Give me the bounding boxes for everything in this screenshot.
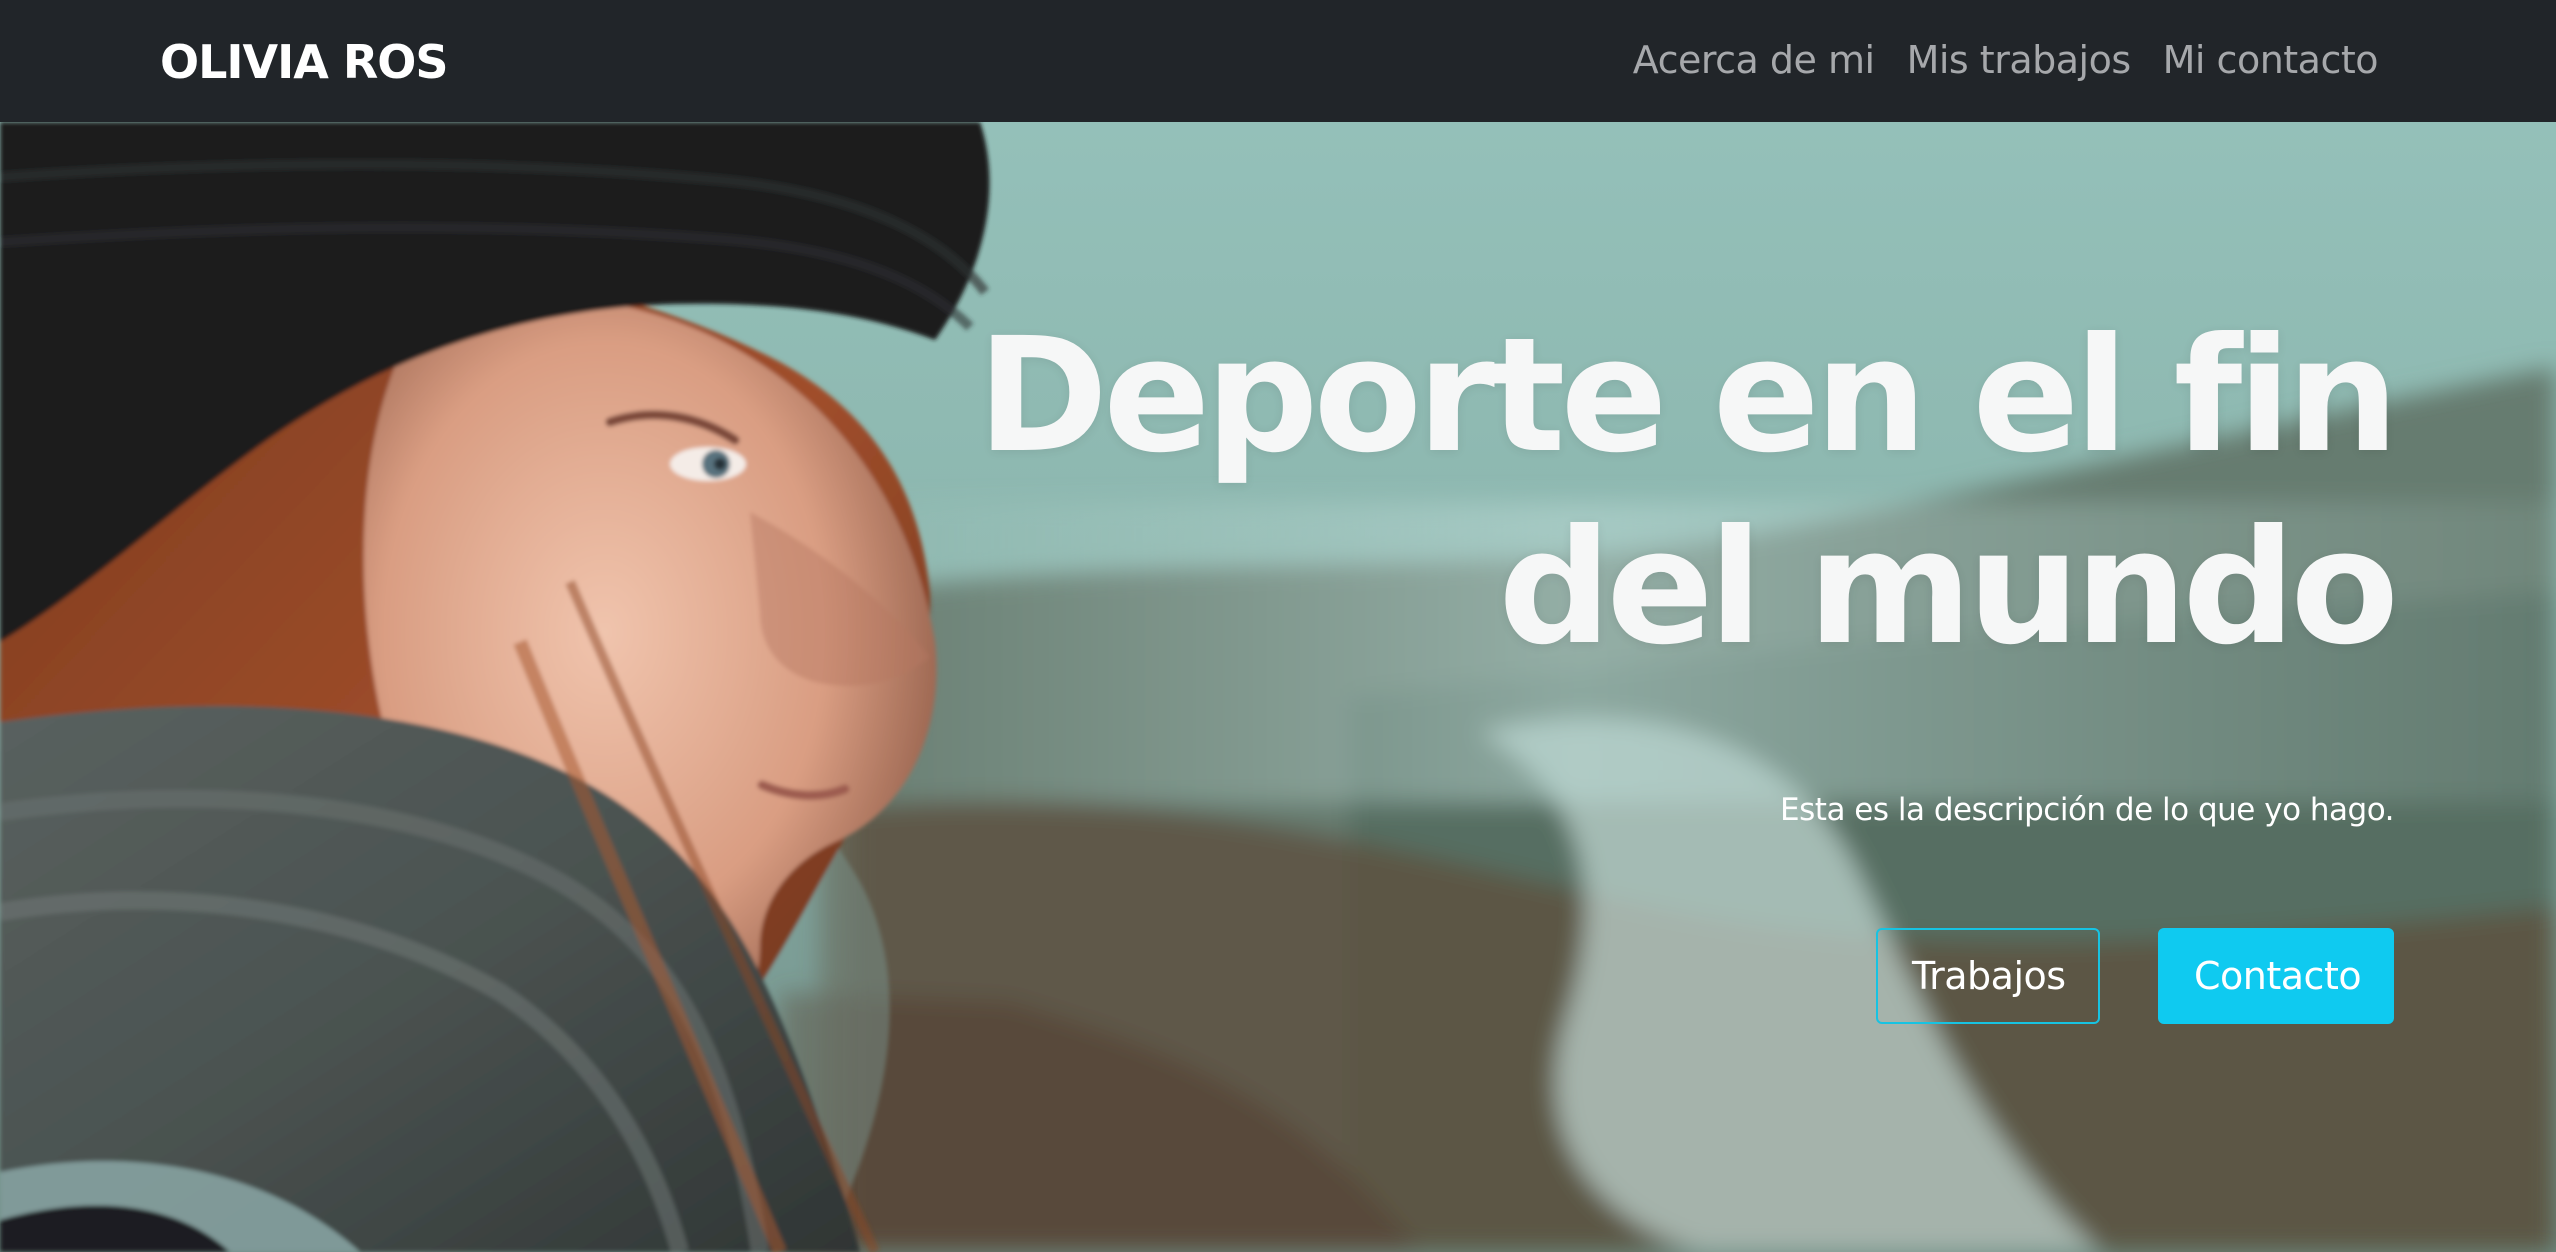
- nav-link-works[interactable]: Mis trabajos: [1907, 30, 2132, 90]
- hero-description: Esta es la descripción de lo que yo hago…: [1780, 792, 2394, 828]
- hero-title-line-1: Deporte en el fin: [977, 304, 2399, 488]
- top-navbar: OLIVIA ROS Acerca de mi Mis trabajos Mi …: [0, 0, 2556, 122]
- nav-link-contact[interactable]: Mi contacto: [2163, 30, 2379, 90]
- contact-button[interactable]: Contacto: [2158, 928, 2394, 1024]
- hero-section: Deporte en el fin del mundo Esta es la d…: [0, 122, 2556, 1252]
- hero-title: Deporte en el fin del mundo: [894, 300, 2399, 684]
- hero-content: Deporte en el fin del mundo Esta es la d…: [894, 300, 2399, 1024]
- brand-logo[interactable]: OLIVIA ROS: [160, 32, 449, 92]
- hero-buttons: Trabajos Contacto: [894, 928, 2394, 1024]
- nav-links: Acerca de mi Mis trabajos Mi contacto: [1633, 30, 2379, 90]
- hero-title-line-2: del mundo: [1498, 496, 2399, 680]
- works-button[interactable]: Trabajos: [1876, 928, 2100, 1024]
- nav-link-about[interactable]: Acerca de mi: [1633, 30, 1875, 90]
